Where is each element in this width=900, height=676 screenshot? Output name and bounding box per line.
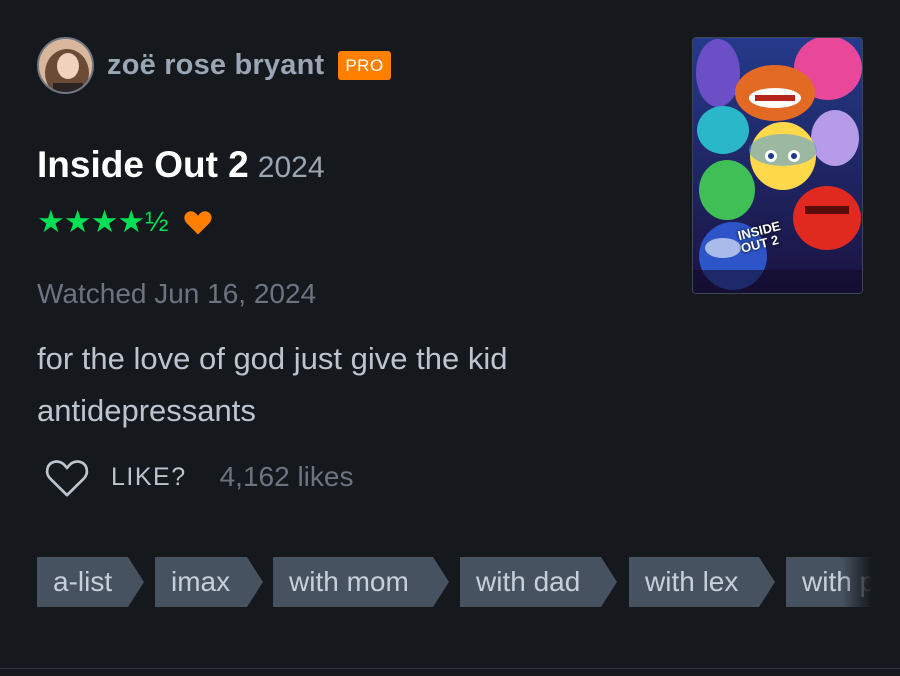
film-year[interactable]: 2024 (258, 151, 325, 185)
tag-list: a-list imax with mom with dad with lex w… (37, 557, 872, 607)
tag-with-dad[interactable]: with dad (460, 557, 617, 607)
pro-badge: PRO (338, 51, 391, 80)
film-title[interactable]: Inside Out 2 (37, 144, 249, 186)
tag-with-lex[interactable]: with lex (629, 557, 775, 607)
rating-row: ★★★★ ½ (37, 206, 213, 237)
tag-imax[interactable]: imax (155, 557, 263, 607)
film-title-row: Inside Out 2 2024 (37, 144, 325, 186)
star-rating: ★★★★ (37, 204, 145, 239)
review-text: for the love of god just give the kid an… (37, 341, 508, 428)
half-star: ½ (145, 205, 169, 237)
liked-heart-icon (183, 210, 212, 234)
likes-count[interactable]: 4,162 likes (220, 461, 354, 493)
divider (0, 668, 900, 669)
tag-a-list[interactable]: a-list (37, 557, 144, 607)
tag-fade (842, 557, 872, 607)
like-row: LIKE? 4,162 likes (44, 456, 353, 498)
reviewer-name[interactable]: zoë rose bryant (107, 49, 324, 82)
reviewer-header: zoë rose bryant PRO (37, 37, 391, 94)
tag-with-mom[interactable]: with mom (273, 557, 449, 607)
film-poster[interactable]: INSIDE OUT 2 (692, 37, 863, 294)
like-heart-icon[interactable] (44, 456, 90, 498)
avatar[interactable] (37, 37, 94, 94)
like-button[interactable]: LIKE? (111, 463, 187, 492)
watched-date: Watched Jun 16, 2024 (37, 278, 317, 309)
